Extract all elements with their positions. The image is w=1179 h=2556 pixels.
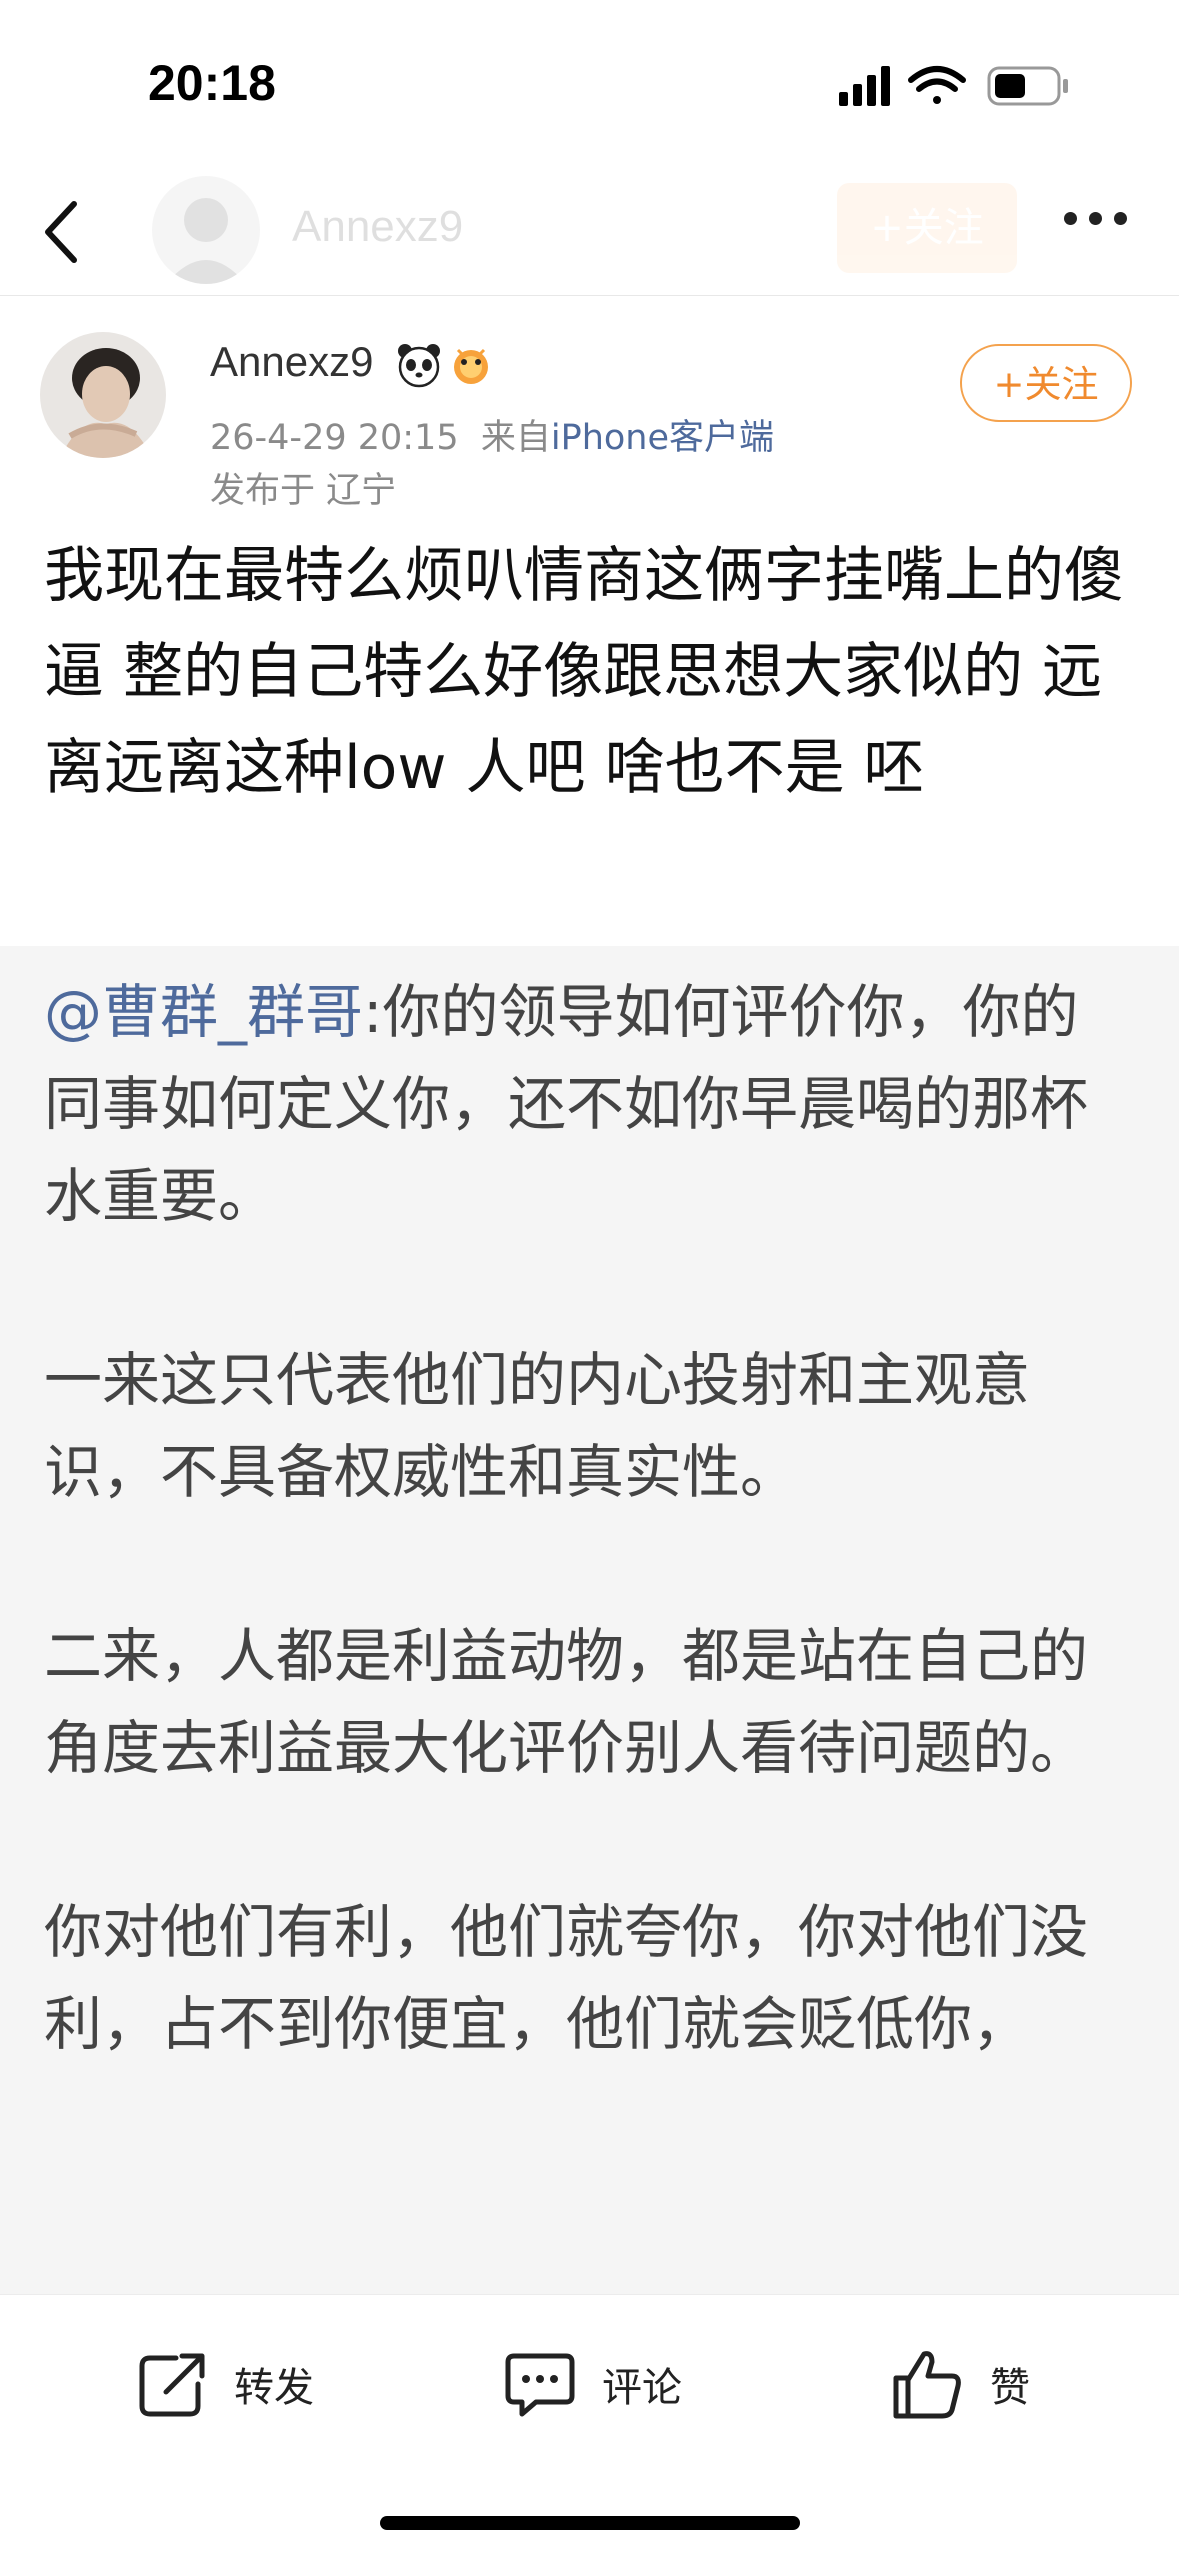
post-text: 我现在最特么烦叭情商这俩字挂嘴上的傻逼 整的自己特么好像跟思想大家似的 远离远离… [44, 541, 1124, 803]
chevron-left-icon [45, 201, 77, 263]
more-dot-icon [1114, 212, 1127, 225]
post-header: Annexz9 26-4-29 20:15 来自iPhone客户端 发布于 辽宁… [0, 296, 1179, 516]
signal-icon [839, 66, 890, 106]
post-source[interactable]: iPhone客户端 [551, 418, 774, 458]
post-meta: 26-4-29 20:15 来自iPhone客户端 [210, 409, 774, 460]
post-timestamp: 26-4-29 20:15 [210, 418, 459, 458]
author-avatar[interactable] [40, 332, 166, 458]
repost-paragraph: 二来，人都是利益动物，都是站在自己的角度去利益最大化评价别人看待问题的。 [44, 1622, 1089, 1782]
follow-button[interactable]: +关注 [960, 344, 1132, 422]
more-options-button[interactable] [1064, 210, 1144, 250]
nav-avatar[interactable] [152, 176, 260, 284]
author-name[interactable]: Annexz9 [210, 338, 373, 386]
more-dot-icon [1064, 212, 1077, 225]
nav-bar: Annexz9 +关注 [0, 170, 1179, 296]
battery-icon [987, 66, 1068, 106]
back-button[interactable] [30, 192, 100, 272]
repost-paragraph: @曹群_群哥:你的领导如何评价你，你的同事如何定义你，还不如你早晨喝的那杯水重要… [44, 966, 1134, 1242]
thumbs-up-icon [893, 2351, 961, 2419]
action-bar: 转发 评论 赞 [0, 2294, 1179, 2485]
like-label: 赞 [990, 2365, 1030, 2411]
nav-follow-button[interactable]: +关注 [837, 183, 1017, 273]
repost-mention-link[interactable]: @曹群_群哥 [44, 978, 363, 1046]
comment-label: 评论 [602, 2365, 682, 2411]
home-indicator[interactable] [380, 2516, 800, 2530]
fish-badge-icon [448, 342, 494, 388]
like-button[interactable]: 赞 [888, 2339, 1030, 2429]
status-time: 20:18 [148, 55, 276, 111]
panda-badge-icon [396, 342, 442, 388]
comment-icon [505, 2353, 575, 2417]
more-dot-icon [1089, 212, 1102, 225]
status-icons [839, 62, 1079, 112]
post-location: 发布于 辽宁 [210, 471, 397, 511]
nav-title: Annexz9 [292, 202, 464, 251]
repost-text: @曹群_群哥:你的领导如何评价你，你的同事如何定义你，还不如你早晨喝的那杯水重要… [44, 966, 1134, 2070]
comment-button[interactable]: 评论 [500, 2339, 682, 2429]
post-source-prefix: 来自 [480, 418, 551, 458]
wifi-icon [908, 66, 966, 104]
repost-button[interactable]: 转发 [132, 2339, 314, 2429]
repost-paragraph: 一来这只代表他们的内心投射和主观意识，不具备权威性和真实性。 [44, 1346, 1031, 1506]
repost-paragraph: 你对他们有利，他们就夸你，你对他们没利，占不到你便宜，他们就会贬低你， [44, 1898, 1089, 2058]
repost-label: 转发 [234, 2365, 314, 2411]
repost-box[interactable]: @曹群_群哥:你的领导如何评价你，你的同事如何定义你，还不如你早晨喝的那杯水重要… [0, 946, 1179, 2294]
status-bar: 20:18 [0, 0, 1179, 170]
share-icon [139, 2353, 205, 2417]
